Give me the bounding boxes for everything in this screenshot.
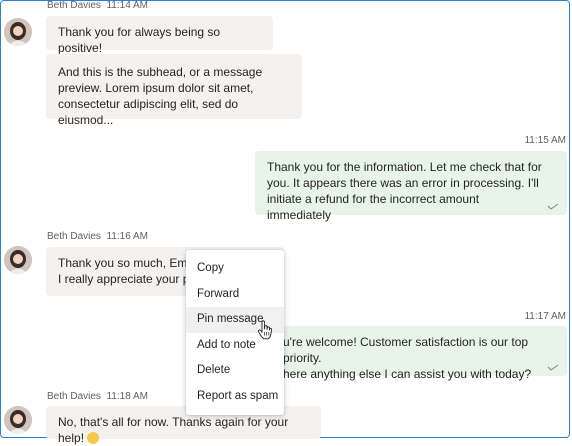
smile-emoji-icon: [87, 432, 100, 444]
message-meta: Beth Davies 11:16 AM: [47, 231, 148, 242]
message-meta: Beth Davies 11:14 AM: [47, 0, 148, 11]
avatar[interactable]: [4, 18, 32, 46]
check-icon: [547, 203, 559, 210]
menu-item-copy[interactable]: Copy: [186, 256, 284, 282]
message-text-line: here anything else I can assist you with…: [283, 367, 532, 381]
menu-item-report-as-spam[interactable]: Report as spam: [186, 384, 284, 410]
message-time: 11:15 AM: [524, 135, 566, 146]
avatar-photo: [4, 246, 32, 274]
check-icon: [547, 364, 559, 371]
message-bubble[interactable]: Thank you for always being so positive!: [46, 16, 273, 55]
message-time: 11:16 AM: [106, 231, 148, 242]
sender-name: Beth Davies: [47, 231, 101, 242]
message-time: 11:17 AM: [524, 311, 566, 322]
menu-item-delete[interactable]: Delete: [186, 358, 284, 384]
message-time: 11:18 AM: [106, 391, 148, 402]
message-text: Thank you for always being so positive!: [58, 25, 221, 55]
message-bubble[interactable]: u're welcome! Customer satisfaction is o…: [255, 326, 567, 381]
message-bubble[interactable]: Thank you for the information. Let me ch…: [255, 151, 567, 222]
message-meta: Beth Davies 11:18 AM: [47, 391, 148, 402]
message-text-line: u're welcome! Customer satisfaction is o…: [283, 335, 529, 365]
message-text: Thank you for the information. Let me ch…: [267, 160, 542, 222]
avatar-photo: [4, 406, 32, 434]
avatar-photo: [4, 18, 32, 46]
sender-name: Beth Davies: [47, 391, 101, 402]
hand-cursor-icon: [257, 320, 273, 340]
avatar[interactable]: [4, 246, 32, 274]
message-time: 11:14 AM: [106, 0, 148, 11]
message-text: And this is the subhead, or a message pr…: [58, 65, 263, 127]
avatar[interactable]: [4, 406, 32, 434]
sender-name: Beth Davies: [47, 0, 101, 11]
menu-item-forward[interactable]: Forward: [186, 282, 284, 308]
message-bubble[interactable]: And this is the subhead, or a message pr…: [46, 54, 302, 127]
